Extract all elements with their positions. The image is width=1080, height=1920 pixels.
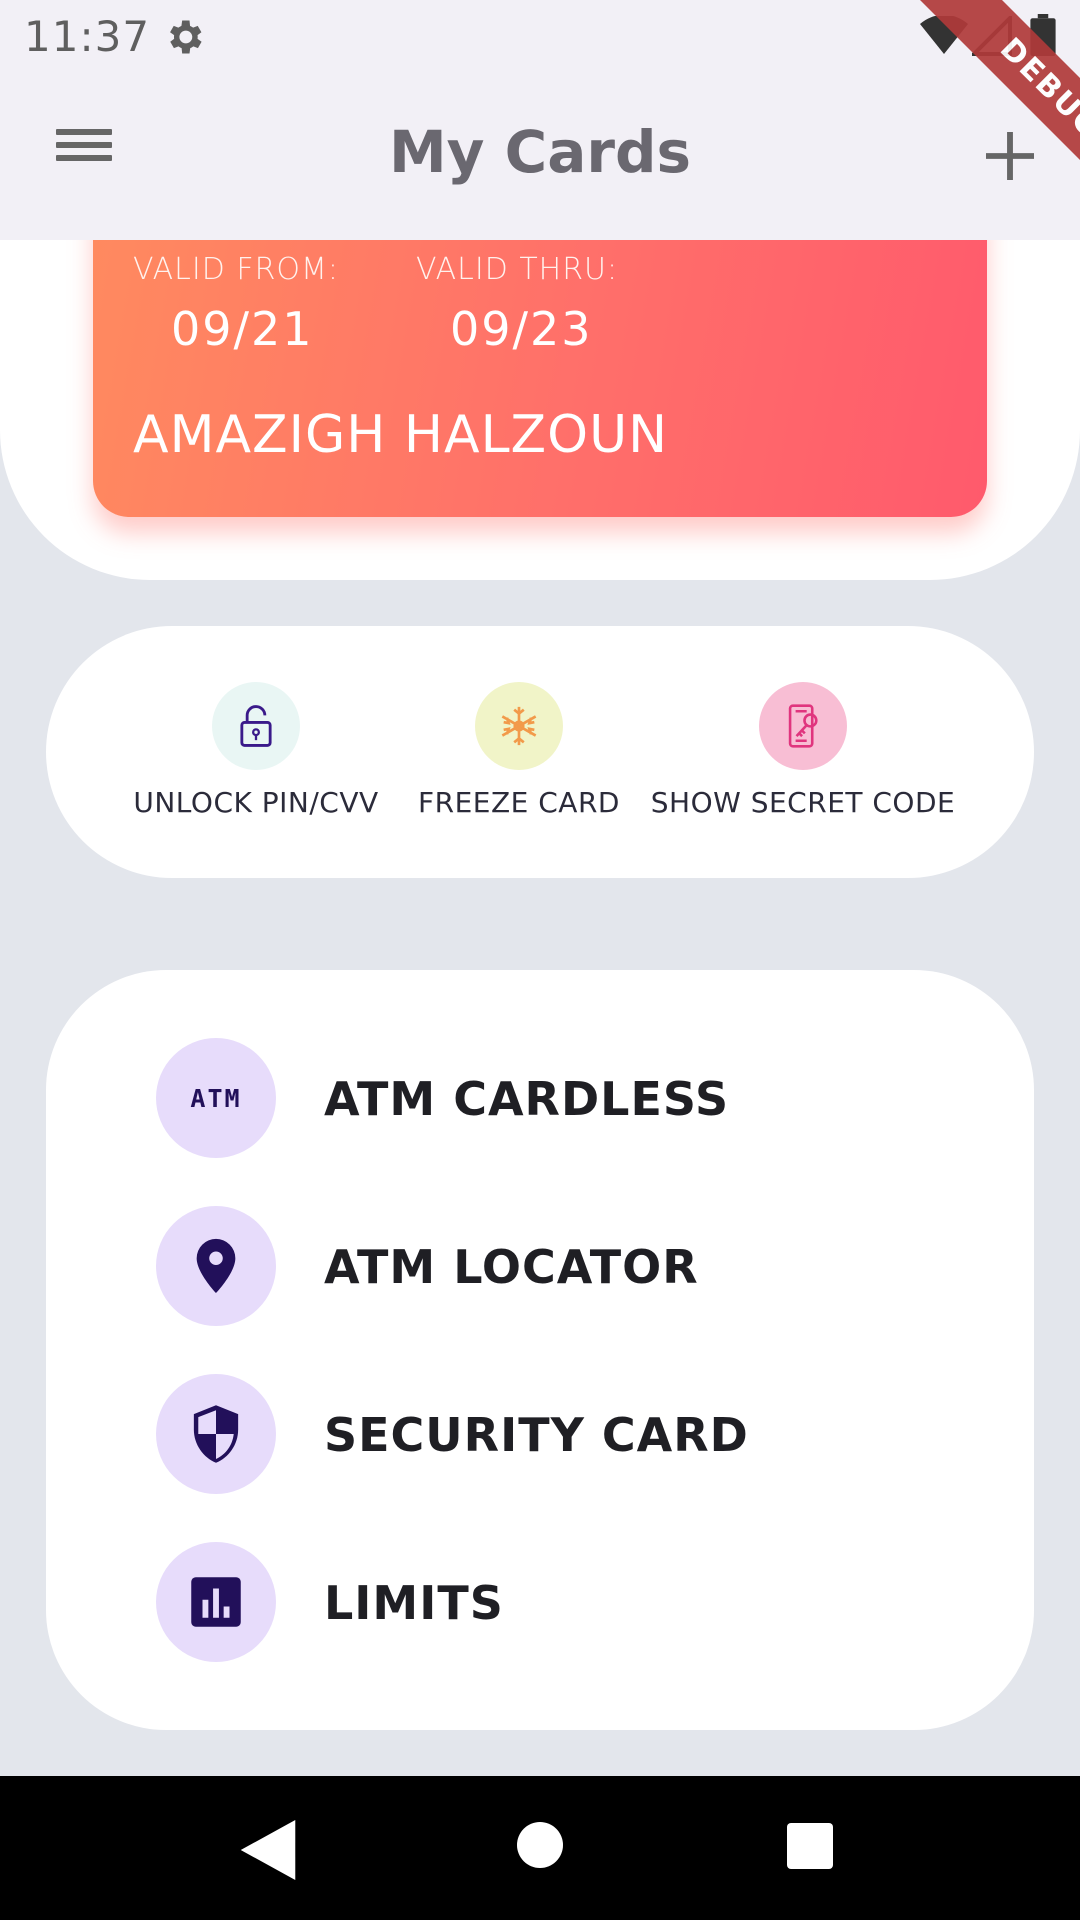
screen: VALID FROM: 09/21 VALID THRU: 09/23 AMAZ…	[0, 0, 1080, 1920]
security-card-icon-wrap	[156, 1374, 276, 1494]
limits-item[interactable]: LIMITS	[156, 1542, 956, 1662]
snowflake-icon	[501, 706, 537, 746]
card-holder-name: AMAZIGH HALZOUN	[133, 405, 669, 465]
valid-thru-value: 09/23	[450, 302, 593, 356]
location-pin-icon	[196, 1238, 236, 1294]
quick-actions-panel: UNLOCK PIN/CVV FREEZE CARD SHOW SECRET C…	[46, 626, 1034, 878]
home-icon[interactable]	[517, 1822, 563, 1868]
unlock-pin-cvv-button[interactable]: UNLOCK PIN/CVV	[120, 682, 392, 819]
status-time: 11:37	[24, 12, 151, 61]
atm-icon-text: ATM	[190, 1083, 242, 1113]
page-title: My Cards	[388, 118, 692, 186]
atm-cardless-label: ATM CARDLESS	[324, 1072, 730, 1126]
atm-locator-icon-wrap	[156, 1206, 276, 1326]
shield-icon	[193, 1405, 239, 1463]
bar-chart-icon	[191, 1577, 241, 1627]
credit-card[interactable]: VALID FROM: 09/21 VALID THRU: 09/23 AMAZ…	[93, 200, 987, 517]
atm-locator-item[interactable]: ATM LOCATOR	[156, 1206, 956, 1326]
freeze-card-button[interactable]: FREEZE CARD	[410, 682, 628, 819]
status-bar: 11:37	[0, 0, 1080, 76]
atm-locator-label: ATM LOCATOR	[324, 1240, 699, 1294]
unlock-pin-cvv-label: UNLOCK PIN/CVV	[133, 786, 379, 819]
services-panel: ATM ATM CARDLESS ATM LOCATOR SECURITY CA…	[46, 970, 1034, 1730]
back-icon[interactable]	[240, 1820, 296, 1880]
system-nav-bar	[0, 1776, 1080, 1920]
valid-from-value: 09/21	[171, 302, 314, 356]
gear-icon	[170, 20, 202, 54]
limits-label: LIMITS	[324, 1576, 504, 1630]
recents-icon[interactable]	[787, 1823, 833, 1869]
valid-from-label: VALID FROM:	[133, 252, 340, 287]
app-bar: My Cards	[0, 76, 1080, 240]
security-card-label: SECURITY CARD	[324, 1408, 749, 1462]
valid-thru-label: VALID THRU:	[416, 252, 619, 287]
freeze-card-label: FREEZE CARD	[418, 786, 620, 819]
show-secret-code-label: SHOW SECRET CODE	[650, 786, 956, 819]
plus-icon[interactable]	[978, 124, 1042, 188]
atm-cardless-item[interactable]: ATM ATM CARDLESS	[156, 1038, 956, 1158]
security-card-item[interactable]: SECURITY CARD	[156, 1374, 956, 1494]
atm-icon: ATM	[156, 1038, 276, 1158]
limits-icon-wrap	[156, 1542, 276, 1662]
padlock-icon	[240, 705, 272, 747]
secret-key-icon	[788, 704, 818, 748]
show-secret-code-button[interactable]: SHOW SECRET CODE	[644, 682, 962, 819]
